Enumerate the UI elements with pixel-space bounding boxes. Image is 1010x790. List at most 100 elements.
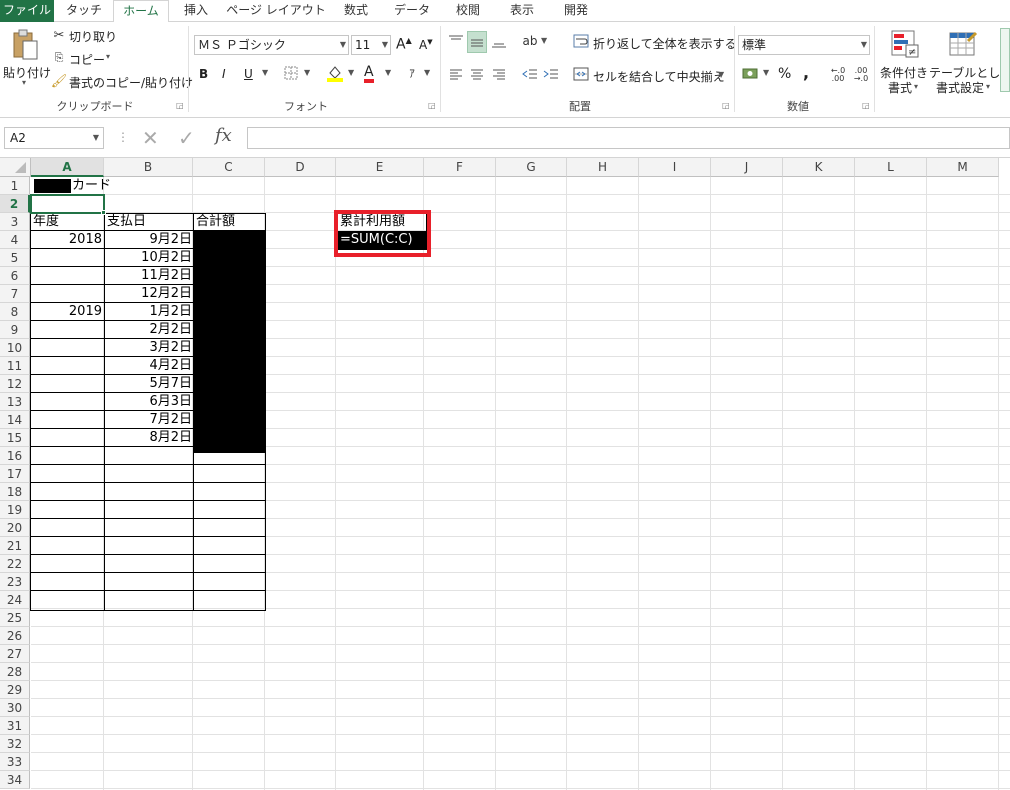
cell-B3-paydate-header[interactable]: 支払日 <box>105 213 148 231</box>
italic-button[interactable]: I <box>222 67 226 81</box>
row-header-18[interactable]: 18 <box>0 483 30 501</box>
row-header-8[interactable]: 8 <box>0 303 30 321</box>
row-header-15[interactable]: 15 <box>0 429 30 447</box>
insert-function-icon[interactable]: fx <box>215 125 232 146</box>
enter-icon[interactable]: ✓ <box>178 126 195 150</box>
column-header-B[interactable]: B <box>104 158 193 177</box>
decrease-indent-icon[interactable] <box>520 65 540 83</box>
cell-styles-icon[interactable] <box>1000 28 1010 92</box>
row-header-31[interactable]: 31 <box>0 717 30 735</box>
cell-paydate[interactable]: 11月2日 <box>105 267 194 285</box>
row-header-28[interactable]: 28 <box>0 663 30 681</box>
font-launcher-icon[interactable]: ◲ <box>428 102 436 110</box>
row-header-21[interactable]: 21 <box>0 537 30 555</box>
cut-button[interactable]: 切り取り <box>69 28 117 45</box>
row-header-24[interactable]: 24 <box>0 591 30 609</box>
cell-paydate[interactable]: 4月2日 <box>105 357 194 375</box>
borders-icon[interactable] <box>283 65 299 81</box>
phonetic-dropdown-icon[interactable]: ▼ <box>424 68 430 77</box>
row-header-30[interactable]: 30 <box>0 699 30 717</box>
column-header-A[interactable]: A <box>31 158 104 177</box>
column-header-F[interactable]: F <box>424 158 496 177</box>
increase-indent-icon[interactable] <box>541 65 561 83</box>
column-header-D[interactable]: D <box>265 158 336 177</box>
align-middle-icon[interactable] <box>467 31 487 53</box>
number-format-select[interactable]: 標準 ▼ <box>738 35 870 55</box>
row-header-13[interactable]: 13 <box>0 393 30 411</box>
cell-year[interactable]: 2019 <box>31 303 104 321</box>
align-right-icon[interactable] <box>489 65 509 83</box>
cell-A1-title[interactable]: カード <box>70 177 113 195</box>
fill-color-dropdown-icon[interactable]: ▼ <box>348 68 354 77</box>
row-header-25[interactable]: 25 <box>0 609 30 627</box>
column-header-E[interactable]: E <box>336 158 424 177</box>
fill-handle[interactable] <box>101 210 106 215</box>
row-header-7[interactable]: 7 <box>0 285 30 303</box>
selected-cell-A2[interactable] <box>30 194 105 214</box>
row-header-29[interactable]: 29 <box>0 681 30 699</box>
column-header-M[interactable]: M <box>927 158 999 177</box>
format-painter-button[interactable]: 書式のコピー/貼り付け <box>69 74 193 91</box>
conditional-dropdown-icon[interactable]: ▾ <box>914 82 918 91</box>
accounting-dropdown-icon[interactable]: ▼ <box>763 68 769 77</box>
column-header-K[interactable]: K <box>783 158 855 177</box>
row-header-32[interactable]: 32 <box>0 735 30 753</box>
tab-home[interactable]: ホーム <box>113 0 169 23</box>
copy-button[interactable]: コピー <box>69 51 105 68</box>
align-left-icon[interactable] <box>446 65 466 83</box>
tab-insert[interactable]: 挿入 <box>172 0 220 22</box>
row-header-19[interactable]: 19 <box>0 501 30 519</box>
font-name-select[interactable]: ＭＳ Ｐゴシック ▼ <box>194 35 349 55</box>
column-header-L[interactable]: L <box>855 158 927 177</box>
borders-dropdown-icon[interactable]: ▼ <box>304 68 310 77</box>
row-header-5[interactable]: 5 <box>0 249 30 267</box>
cell-paydate[interactable]: 7月2日 <box>105 411 194 429</box>
clipboard-launcher-icon[interactable]: ◲ <box>176 102 184 110</box>
alignment-launcher-icon[interactable]: ◲ <box>722 102 730 110</box>
row-header-27[interactable]: 27 <box>0 645 30 663</box>
font-size-select[interactable]: 11 ▼ <box>351 35 391 55</box>
paste-dropdown-icon[interactable]: ▾ <box>22 78 26 87</box>
cancel-icon[interactable]: ✕ <box>142 126 159 150</box>
row-header-22[interactable]: 22 <box>0 555 30 573</box>
row-header-10[interactable]: 10 <box>0 339 30 357</box>
cell-paydate[interactable]: 3月2日 <box>105 339 194 357</box>
row-header-3[interactable]: 3 <box>0 213 30 231</box>
align-center-icon[interactable] <box>467 65 487 83</box>
row-header-9[interactable]: 9 <box>0 321 30 339</box>
cell-paydate[interactable]: 8月2日 <box>105 429 194 447</box>
row-header-6[interactable]: 6 <box>0 267 30 285</box>
column-header-H[interactable]: H <box>567 158 639 177</box>
row-header-4[interactable]: 4 <box>0 231 30 249</box>
grow-font-button[interactable]: A▲ <box>396 36 412 53</box>
column-header-C[interactable]: C <box>193 158 265 177</box>
fill-color-icon[interactable] <box>325 63 345 83</box>
row-header-26[interactable]: 26 <box>0 627 30 645</box>
row-header-16[interactable]: 16 <box>0 447 30 465</box>
cell-paydate[interactable]: 5月7日 <box>105 375 194 393</box>
font-color-dropdown-icon[interactable]: ▼ <box>385 68 391 77</box>
tab-view[interactable]: 表示 <box>498 0 546 22</box>
cell-paydate[interactable]: 9月2日 <box>105 231 194 249</box>
row-header-11[interactable]: 11 <box>0 357 30 375</box>
merge-center-button[interactable]: セルを結合して中央揃え <box>593 68 725 85</box>
merge-dropdown-icon[interactable]: ▼ <box>718 70 724 79</box>
cell-paydate[interactable]: 12月2日 <box>105 285 194 303</box>
tab-page-layout[interactable]: ページ レイアウト <box>226 0 326 22</box>
column-header-G[interactable]: G <box>496 158 567 177</box>
row-header-23[interactable]: 23 <box>0 573 30 591</box>
shrink-font-button[interactable]: A▼ <box>419 38 433 52</box>
row-header-17[interactable]: 17 <box>0 465 30 483</box>
cell-A3-year-header[interactable]: 年度 <box>31 213 61 231</box>
row-header-14[interactable]: 14 <box>0 411 30 429</box>
row-header-34[interactable]: 34 <box>0 771 30 789</box>
table-dropdown-icon[interactable]: ▾ <box>986 82 990 91</box>
cell-paydate[interactable]: 10月2日 <box>105 249 194 267</box>
row-header-33[interactable]: 33 <box>0 753 30 771</box>
row-header-12[interactable]: 12 <box>0 375 30 393</box>
name-box[interactable]: A2 ▼ <box>4 127 104 149</box>
row-header-1[interactable]: 1 <box>0 177 30 195</box>
column-header-J[interactable]: J <box>711 158 783 177</box>
row-header-2[interactable]: 2 <box>0 195 30 213</box>
select-all-corner[interactable] <box>0 158 31 177</box>
